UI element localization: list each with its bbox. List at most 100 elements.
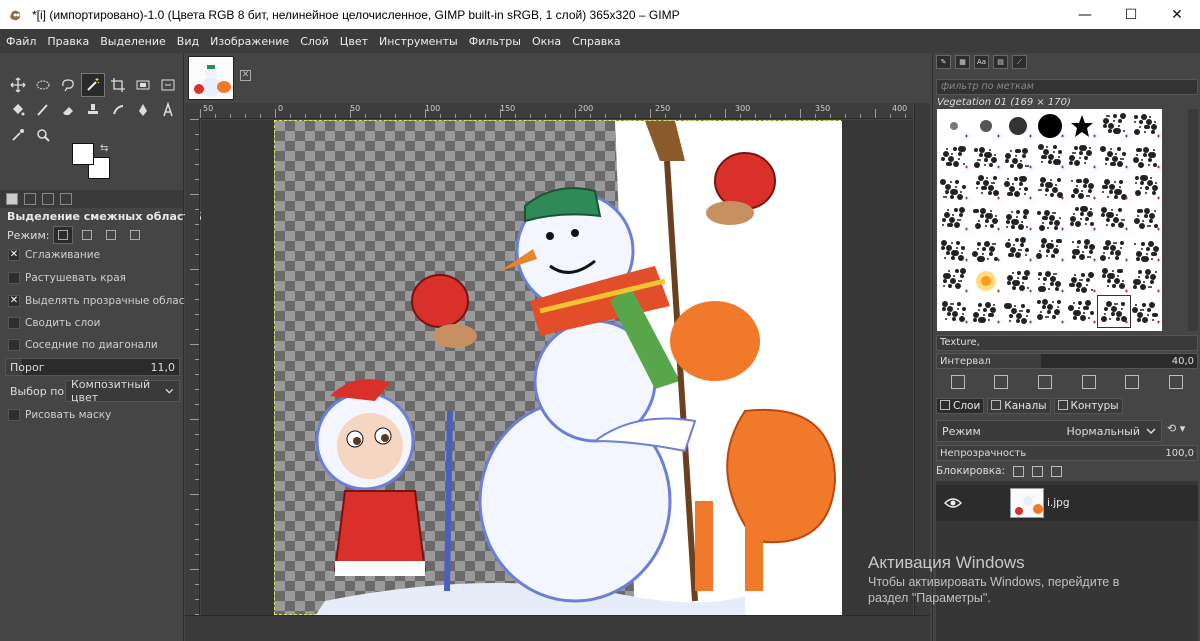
brush-preview[interactable] (1130, 234, 1162, 265)
refresh-brushes-icon[interactable] (1125, 375, 1140, 389)
brush-preview[interactable] (1002, 141, 1034, 172)
vertical-scrollbar[interactable] (914, 103, 930, 615)
brush-preview[interactable] (1002, 172, 1034, 203)
brush-preview[interactable] (970, 296, 1002, 327)
color-picker-button[interactable] (6, 123, 30, 147)
antialias-checkbox[interactable]: ✕ (8, 249, 20, 261)
ruler-corner[interactable] (185, 103, 200, 119)
horizontal-scrollbar[interactable] (185, 615, 930, 631)
brush-preview[interactable] (1034, 296, 1066, 327)
mode-subtract-button[interactable] (101, 226, 121, 244)
free-select-button[interactable] (56, 73, 80, 97)
sample-merged-option[interactable]: Сводить слои (8, 317, 100, 329)
patterns-tab[interactable]: ▦ (955, 55, 970, 69)
opacity-slider[interactable]: Непрозрачность 100,0 (936, 445, 1198, 461)
brush-preview[interactable] (1002, 296, 1034, 327)
lock-alpha-icon[interactable] (1051, 465, 1063, 477)
brushes-scrollbar[interactable] (1188, 109, 1198, 331)
menu-view[interactable]: Вид (177, 35, 199, 48)
paintbrush-button[interactable] (31, 98, 55, 122)
layer-mode-switch-icon[interactable]: ⟲ ▾ (1167, 422, 1197, 440)
brush-preview[interactable] (1130, 265, 1162, 296)
brush-preview[interactable] (1098, 141, 1130, 172)
brush-preview[interactable] (970, 141, 1002, 172)
move-tool-button[interactable] (6, 73, 30, 97)
menu-help[interactable]: Справка (572, 35, 620, 48)
menu-tools[interactable]: Инструменты (379, 35, 458, 48)
brush-tag-filter-input[interactable]: фильтр по меткам (936, 79, 1198, 95)
threshold-slider[interactable]: Порог 11,0 (5, 358, 180, 376)
brush-preview[interactable] (1034, 172, 1066, 203)
spacing-slider[interactable]: Интервал 40,0 (936, 353, 1198, 369)
brush-preview[interactable] (1098, 234, 1130, 265)
brush-preview[interactable] (1066, 141, 1098, 172)
feather-option[interactable]: Растушевать края (8, 272, 126, 284)
edit-brush-icon[interactable] (950, 375, 965, 389)
brush-preview[interactable] (1002, 265, 1034, 296)
select-transparent-checkbox[interactable]: ✕ (8, 295, 20, 307)
images-tab[interactable] (60, 193, 72, 205)
color-swatches[interactable]: ⇆ (72, 143, 112, 183)
brush-preview[interactable] (1002, 234, 1034, 265)
brush-preview[interactable] (938, 141, 970, 172)
draw-mask-option[interactable]: Рисовать маску (8, 409, 111, 421)
brush-preview[interactable] (1098, 110, 1130, 141)
device-status-tab[interactable] (24, 193, 36, 205)
menu-file[interactable]: Файл (6, 35, 36, 48)
brushes-grid[interactable] (937, 109, 1162, 331)
maximize-button[interactable]: ☐ (1108, 0, 1154, 29)
mode-replace-button[interactable] (53, 226, 74, 244)
canvas-area[interactable] (201, 120, 913, 615)
vertical-ruler[interactable] (185, 119, 200, 615)
diagonal-option[interactable]: Соседние по диагонали (8, 339, 158, 351)
brush-preview[interactable] (1066, 296, 1098, 327)
transform-tool-button[interactable] (131, 73, 155, 97)
layer-row[interactable]: i.jpg (936, 485, 1198, 521)
duplicate-brush-icon[interactable] (1038, 375, 1053, 389)
clone-button[interactable] (81, 98, 105, 122)
select-transparent-option[interactable]: ✕ Выделять прозрачные области (8, 295, 197, 307)
brush-preview[interactable] (1034, 203, 1066, 234)
image-tab-thumbnail[interactable] (188, 56, 234, 100)
brush-preview[interactable] (1034, 110, 1066, 141)
brush-preview[interactable] (938, 172, 970, 203)
brush-preview[interactable] (1066, 110, 1098, 141)
undo-history-tab[interactable] (42, 193, 54, 205)
eraser-button[interactable] (56, 98, 80, 122)
crop-tool-button[interactable] (106, 73, 130, 97)
lock-position-icon[interactable] (1032, 465, 1044, 477)
brush-tags-field[interactable]: Texture, (936, 335, 1198, 351)
menu-layer[interactable]: Слой (300, 35, 329, 48)
menu-colors[interactable]: Цвет (340, 35, 368, 48)
feather-checkbox[interactable] (8, 272, 20, 284)
tab-paths[interactable]: Контуры (1053, 398, 1123, 414)
brush-preview[interactable] (1066, 234, 1098, 265)
brush-preview[interactable] (970, 234, 1002, 265)
sample-merged-checkbox[interactable] (8, 317, 20, 329)
menu-windows[interactable]: Окна (532, 35, 561, 48)
tab-channels[interactable]: Каналы (987, 398, 1051, 414)
ellipse-select-button[interactable] (31, 73, 55, 97)
select-by-dropdown[interactable]: Композитный цвет (65, 378, 180, 404)
antialias-option[interactable]: ✕ Сглаживание (8, 249, 100, 261)
warp-tool-button[interactable] (156, 73, 180, 97)
lock-pixels-icon[interactable] (1013, 465, 1025, 477)
brush-preview[interactable] (1130, 172, 1162, 203)
brush-preview[interactable] (938, 110, 970, 141)
horizontal-ruler[interactable]: 50 0 50 100 150 200 250 300 350 400 (200, 103, 913, 119)
brush-preview[interactable] (1002, 203, 1034, 234)
brush-preview[interactable] (1034, 265, 1066, 296)
close-button[interactable]: ✕ (1154, 0, 1200, 29)
minimize-button[interactable]: — (1062, 0, 1108, 29)
diagonal-checkbox[interactable] (8, 339, 20, 351)
menu-select[interactable]: Выделение (100, 35, 166, 48)
brush-preview[interactable] (1066, 203, 1098, 234)
brush-preview[interactable] (1066, 172, 1098, 203)
mode-intersect-button[interactable] (125, 226, 145, 244)
menu-image[interactable]: Изображение (210, 35, 289, 48)
tab-layers[interactable]: Слои (936, 398, 985, 414)
smudge-button[interactable] (106, 98, 130, 122)
brush-preview[interactable] (938, 203, 970, 234)
tool-options-tab[interactable] (6, 193, 18, 205)
paint-dynamics-tab[interactable]: ⟋ (1012, 55, 1027, 69)
